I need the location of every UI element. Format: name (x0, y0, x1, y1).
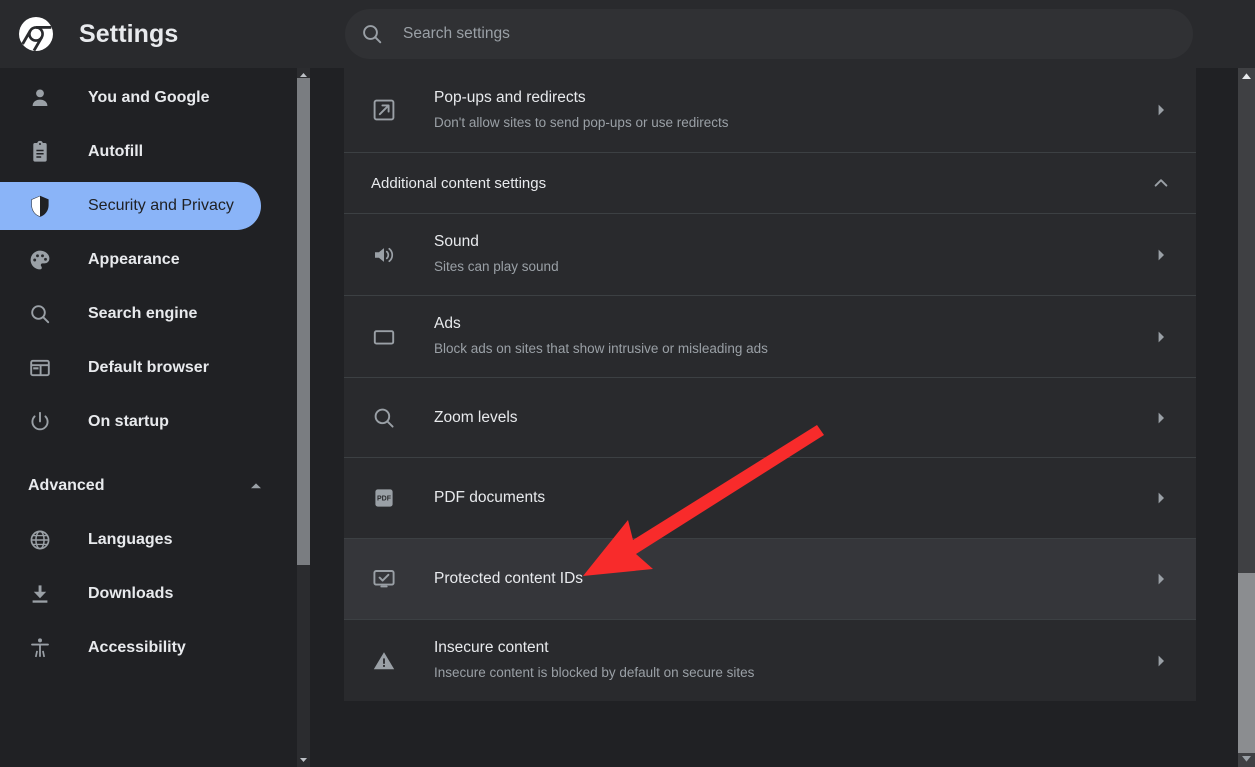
setting-row-subtitle: Sites can play sound (434, 257, 1142, 277)
main-scrollbar-thumb[interactable] (1238, 573, 1255, 753)
chevron-right-icon (1152, 489, 1170, 507)
sidebar-item-security-and-privacy[interactable]: Security and Privacy (0, 182, 261, 230)
setting-row-sound[interactable]: Sound Sites can play sound (344, 214, 1196, 295)
sidebar-advanced-section-toggle[interactable]: Advanced (0, 462, 295, 510)
setting-row-title: Pop-ups and redirects (434, 88, 1142, 108)
setting-row-insecure-content[interactable]: Insecure content Insecure content is blo… (344, 620, 1196, 701)
setting-row-text: Sound Sites can play sound (434, 232, 1142, 277)
sidebar-item-label: Accessibility (88, 639, 186, 657)
sidebar-item-label: Security and Privacy (88, 197, 234, 215)
section-header-label: Additional content settings (371, 175, 546, 192)
setting-row-text: Zoom levels (434, 408, 1142, 428)
setting-row-protected-content-ids[interactable]: Protected content IDs (344, 539, 1196, 619)
chevron-right-icon (1152, 246, 1170, 264)
browser-window-icon (28, 356, 52, 380)
ad-box-icon (371, 324, 397, 350)
shield-icon (28, 194, 52, 218)
sidebar-item-label: Languages (88, 531, 172, 549)
scroll-down-arrow-icon[interactable] (297, 753, 310, 767)
magnifier-icon (371, 405, 397, 431)
palette-icon (28, 248, 52, 272)
search-icon (360, 22, 384, 46)
sidebar-item-default-browser[interactable]: Default browser (0, 344, 295, 392)
setting-row-text: Pop-ups and redirects Don't allow sites … (434, 88, 1142, 133)
sidebar-advanced-label: Advanced (28, 477, 104, 495)
sidebar-item-appearance[interactable]: Appearance (0, 236, 295, 284)
setting-row-title: Ads (434, 314, 1142, 334)
setting-row-text: Ads Block ads on sites that show intrusi… (434, 314, 1142, 359)
sidebar-item-you-and-google[interactable]: You and Google (0, 74, 295, 122)
sidebar-item-on-startup[interactable]: On startup (0, 398, 295, 446)
settings-main-content: Pop-ups and redirects Don't allow sites … (311, 68, 1229, 767)
setting-row-text: PDF documents (434, 488, 1142, 508)
chevron-right-icon (1152, 328, 1170, 346)
power-icon (28, 410, 52, 434)
warning-triangle-icon (371, 648, 397, 674)
sidebar-item-label: Downloads (88, 585, 173, 603)
sidebar-item-languages[interactable]: Languages (0, 516, 295, 564)
sidebar-item-autofill[interactable]: Autofill (0, 128, 295, 176)
page-title: Settings (79, 20, 178, 49)
main-scrollbar[interactable] (1229, 68, 1255, 767)
setting-row-pop-ups-and-redirects[interactable]: Pop-ups and redirects Don't allow sites … (344, 68, 1196, 152)
setting-row-ads[interactable]: Ads Block ads on sites that show intrusi… (344, 296, 1196, 377)
sidebar-scrollbar[interactable] (295, 68, 311, 767)
search-input[interactable] (403, 25, 1175, 43)
sidebar-item-label: On startup (88, 413, 169, 431)
download-icon (28, 582, 52, 606)
chevron-up-icon (1152, 174, 1170, 192)
setting-row-subtitle: Block ads on sites that show intrusive o… (434, 339, 1142, 359)
setting-row-title: Insecure content (434, 638, 1142, 658)
sidebar-item-search-engine[interactable]: Search engine (0, 290, 295, 338)
volume-up-icon (371, 242, 397, 268)
sidebar-item-label: Search engine (88, 305, 197, 323)
clipboard-icon (28, 140, 52, 164)
setting-row-title: PDF documents (434, 488, 1142, 508)
search-settings-box[interactable] (345, 9, 1193, 59)
content-settings-card: Pop-ups and redirects Don't allow sites … (344, 68, 1196, 701)
settings-header: Settings (0, 0, 1255, 68)
chrome-logo-icon (18, 16, 54, 52)
sidebar-item-label: Autofill (88, 143, 143, 161)
settings-sidebar: You and Google Autofill Security and Pri… (0, 68, 295, 767)
setting-row-zoom-levels[interactable]: Zoom levels (344, 378, 1196, 457)
scroll-down-arrow-icon[interactable] (1238, 751, 1255, 767)
person-icon (28, 86, 52, 110)
setting-row-pdf-documents[interactable]: PDF PDF documents (344, 458, 1196, 538)
open-in-new-icon (371, 97, 397, 123)
monitor-check-icon (371, 566, 397, 592)
setting-row-title: Zoom levels (434, 408, 1142, 428)
chevron-right-icon (1152, 101, 1170, 119)
scroll-up-arrow-icon[interactable] (1238, 68, 1255, 84)
sidebar-item-accessibility[interactable]: Accessibility (0, 624, 295, 672)
chevron-right-icon (1152, 570, 1170, 588)
chevron-up-icon (247, 477, 265, 495)
section-header-additional-content-settings[interactable]: Additional content settings (344, 153, 1196, 213)
sidebar-scrollbar-thumb[interactable] (297, 78, 310, 565)
sidebar-item-label: Default browser (88, 359, 209, 377)
setting-row-subtitle: Insecure content is blocked by default o… (434, 663, 1142, 683)
setting-row-title: Sound (434, 232, 1142, 252)
setting-row-subtitle: Don't allow sites to send pop-ups or use… (434, 113, 1142, 133)
pdf-icon: PDF (371, 485, 397, 511)
accessibility-icon (28, 636, 52, 660)
sidebar-item-label: You and Google (88, 89, 209, 107)
magnifier-icon (28, 302, 52, 326)
setting-row-text: Insecure content Insecure content is blo… (434, 638, 1142, 683)
setting-row-text: Protected content IDs (434, 569, 1142, 589)
sidebar-item-label: Appearance (88, 251, 180, 269)
chevron-right-icon (1152, 652, 1170, 670)
chevron-right-icon (1152, 409, 1170, 427)
sidebar-item-downloads[interactable]: Downloads (0, 570, 295, 618)
globe-icon (28, 528, 52, 552)
svg-text:PDF: PDF (377, 496, 392, 503)
setting-row-title: Protected content IDs (434, 569, 1142, 589)
